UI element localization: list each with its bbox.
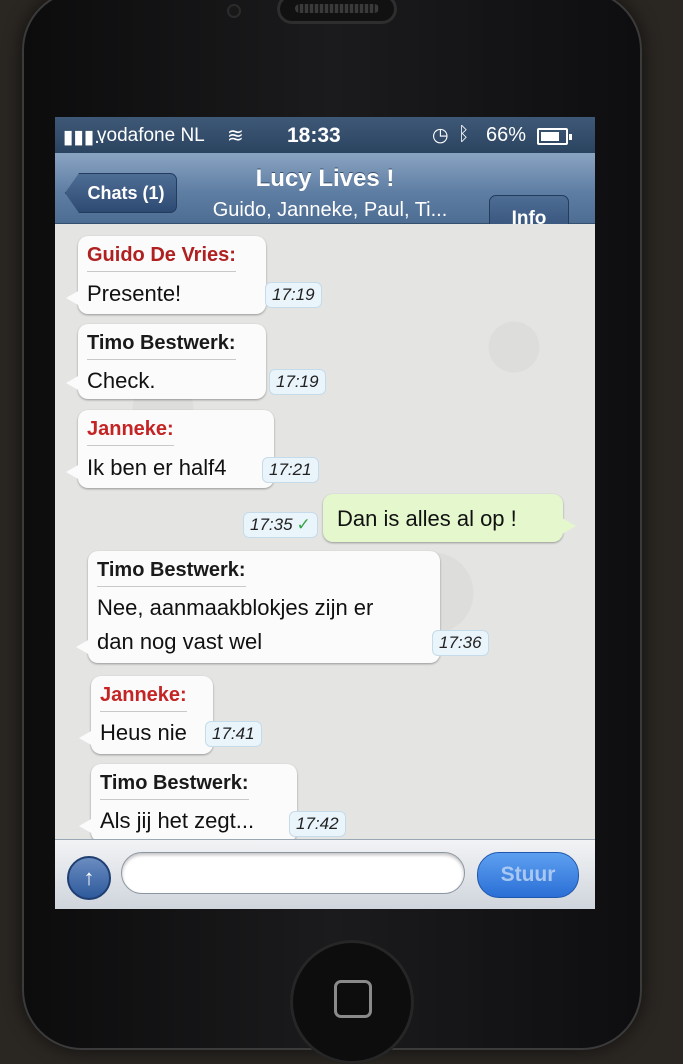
message-bubble[interactable]: Janneke: Ik ben er half4 [66, 410, 274, 488]
message-text: Presente! [87, 281, 182, 306]
message-line: Nee, aanmaakblokjes zijn er [97, 595, 374, 620]
message-bubble[interactable]: Timo Bestwerk: Nee, aanmaakblokjes zijn … [76, 551, 440, 663]
send-button-label: Stuur [500, 863, 556, 886]
status-bar: ▮▮▮.. vodafone NL ≋ 18:33 ◷ ᛒ 66% [55, 117, 595, 153]
message-text: Dan is alles al op ! [337, 506, 517, 531]
message-timestamp: 17:19 [265, 282, 322, 308]
message-sender: Guido De Vries: [87, 244, 236, 272]
bluetooth-icon: ᛒ [458, 124, 470, 145]
back-to-chats-button[interactable]: Chats (1) [65, 173, 177, 213]
message-text: Ik ben er half4 [87, 455, 227, 480]
message-list[interactable]: Guido De Vries: Presente! 17:19 Timo Bes… [55, 224, 595, 842]
message-text: Heus nie [100, 720, 187, 745]
message-sender: Janneke: [87, 418, 174, 446]
home-button[interactable] [290, 940, 414, 1064]
front-camera [227, 4, 241, 18]
checkmark-icon: ✓ [296, 515, 311, 534]
attach-button[interactable]: ↑ [67, 856, 111, 900]
message-sender: Timo Bestwerk: [97, 559, 246, 587]
earpiece-speaker [277, 0, 397, 24]
battery-percent: 66% [486, 124, 527, 146]
message-input[interactable] [121, 852, 465, 894]
message-bubble-outgoing[interactable]: Dan is alles al op ! [323, 494, 576, 542]
message-bubble[interactable]: Guido De Vries: Presente! [66, 236, 266, 314]
message-text: Nee, aanmaakblokjes zijn er dan nog vast… [97, 591, 373, 659]
message-timestamp: 17:36 [432, 630, 489, 656]
message-timestamp: 17:21 [262, 457, 319, 483]
compose-bar: ↑ Stuur [55, 839, 595, 909]
chat-header: Chats (1) Lucy Lives ! Guido, Janneke, P… [55, 153, 595, 243]
alarm-clock-icon: ◷ [432, 125, 449, 146]
message-timestamp: 17:19 [269, 369, 326, 395]
battery-icon [537, 128, 572, 145]
message-sender: Timo Bestwerk: [87, 332, 236, 360]
message-line: dan nog vast wel [97, 629, 263, 654]
message-timestamp: 17:42 [289, 811, 346, 837]
message-text: Als jij het zegt... [100, 808, 255, 833]
arrow-up-icon: ↑ [83, 865, 95, 890]
message-sender: Janneke: [100, 684, 187, 712]
send-button[interactable]: Stuur [477, 852, 579, 898]
back-button-label: Chats (1) [87, 182, 165, 203]
screen: ▮▮▮.. vodafone NL ≋ 18:33 ◷ ᛒ 66% Chats … [55, 117, 595, 909]
message-bubble[interactable]: Timo Bestwerk: Als jij het zegt... [79, 764, 297, 842]
status-time: 18:33 [287, 124, 341, 147]
group-title[interactable]: Lucy Lives ! [185, 165, 465, 193]
message-bubble[interactable]: Janneke: Heus nie [79, 676, 213, 754]
carrier-name: vodafone NL [97, 125, 205, 146]
message-timestamp: 17:35 ✓ [243, 512, 318, 538]
message-text: Check. [87, 368, 156, 393]
message-timestamp: 17:41 [205, 721, 262, 747]
message-time: 17:35 [250, 515, 293, 534]
group-participants[interactable]: Guido, Janneke, Paul, Ti... [185, 199, 475, 222]
message-sender: Timo Bestwerk: [100, 772, 249, 800]
message-bubble[interactable]: Timo Bestwerk: Check. [66, 324, 266, 399]
wifi-icon: ≋ [227, 125, 244, 147]
